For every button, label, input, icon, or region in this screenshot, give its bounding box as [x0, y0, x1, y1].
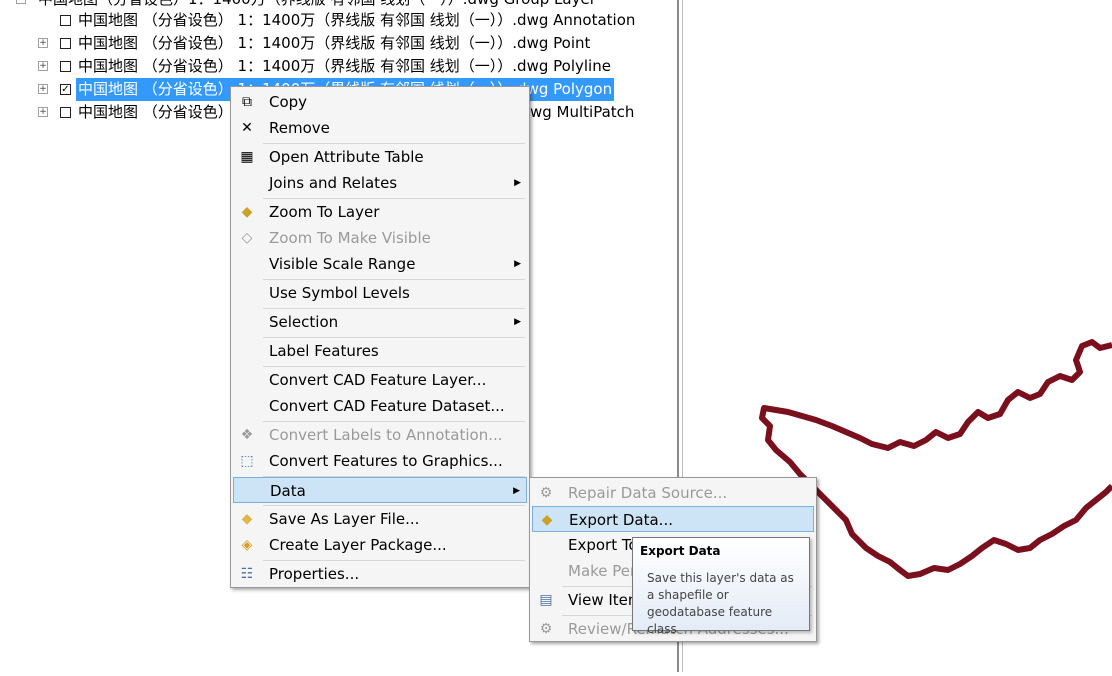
submenu-arrow-icon: ▶ [513, 486, 520, 496]
submenu-arrow-icon: ▶ [514, 317, 521, 327]
expand-icon[interactable]: + [38, 84, 48, 94]
tooltip-title: Export Data [640, 544, 721, 558]
expand-icon[interactable]: + [38, 38, 48, 48]
menu-item-remove[interactable]: ✕ Remove [233, 115, 527, 141]
repair-icon: ⚙ [539, 485, 553, 501]
layer-label-multipatch-suffix[interactable]: wg MultiPatch [528, 101, 636, 124]
menu-item-visible-scale-range[interactable]: Visible Scale Range ▶ [233, 251, 527, 277]
review-icon: ⚙ [539, 621, 553, 637]
expand-icon[interactable]: + [38, 107, 48, 117]
layer-checkbox[interactable] [60, 15, 71, 26]
remove-icon: ✕ [241, 120, 253, 136]
layer-label-point[interactable]: 中国地图 （分省设色） 1：1400万（界线版 有邻国 线划（一））.dwg P… [76, 32, 592, 55]
submenu-arrow-icon: ▶ [514, 259, 521, 269]
attribute-table-icon: ▦ [240, 149, 254, 165]
layer-label-polyline[interactable]: 中国地图 （分省设色） 1：1400万（界线版 有邻国 线划（一））.dwg P… [76, 55, 613, 78]
submenu-arrow-icon: ▶ [514, 178, 521, 188]
properties-icon: ☷ [240, 566, 254, 582]
menu-item-export-data[interactable]: ◆ Export Data... [532, 506, 814, 532]
menu-item-zoom-to-layer[interactable]: ◆ Zoom To Layer [233, 199, 527, 225]
menu-item-use-symbol-levels[interactable]: Use Symbol Levels [233, 280, 527, 306]
menu-item-selection[interactable]: Selection ▶ [233, 309, 527, 335]
export-data-icon: ◆ [541, 512, 553, 528]
expand-icon[interactable]: + [38, 61, 48, 71]
layer-checkbox[interactable] [60, 107, 71, 118]
menu-item-properties[interactable]: ☷ Properties... [233, 561, 527, 587]
layer-checkbox[interactable] [60, 61, 71, 72]
menu-item-convert-labels-to-annotation[interactable]: ❖ Convert Labels to Annotation... [233, 422, 527, 448]
menu-item-data[interactable]: Data ▶ [233, 477, 527, 503]
menu-item-joins-relates[interactable]: Joins and Relates ▶ [233, 170, 527, 196]
tooltip-body: Save this layer's data as a shapefile or… [647, 571, 794, 636]
zoom-to-layer-icon: ◆ [241, 204, 253, 220]
menu-item-copy[interactable]: ⧉ Copy [233, 89, 527, 115]
menu-item-convert-features-to-graphics[interactable]: ⬚ Convert Features to Graphics... [233, 448, 527, 474]
menu-item-repair-data-source[interactable]: ⚙ Repair Data Source... [532, 480, 814, 506]
menu-item-create-layer-package[interactable]: ◈ Create Layer Package... [233, 532, 527, 558]
layer-package-icon: ◈ [241, 537, 253, 553]
layer-label-multipatch[interactable]: 中国地图 （分省设色） [76, 101, 235, 124]
convert-labels-icon: ❖ [240, 427, 254, 443]
layer-label-annotation[interactable]: 中国地图 （分省设色） 1：1400万（界线版 有邻国 线划（一））.dwg A… [76, 9, 637, 32]
layer-checkbox[interactable] [60, 38, 71, 49]
collapse-icon[interactable]: − [16, 0, 26, 4]
menu-item-zoom-to-make-visible[interactable]: ◇ Zoom To Make Visible [233, 225, 527, 251]
menu-item-open-attribute-table[interactable]: ▦ Open Attribute Table [233, 144, 527, 170]
layer-context-menu: ⧉ Copy ✕ Remove ▦ Open Attribute Table J… [230, 86, 530, 588]
menu-item-save-as-layer-file[interactable]: ◆ Save As Layer File... [233, 506, 527, 532]
convert-graphics-icon: ⬚ [240, 453, 254, 469]
layer-checkbox-checked[interactable]: ✓ [60, 84, 71, 95]
export-data-tooltip: Export Data Save this layer's data as a … [632, 537, 810, 636]
layer-file-icon: ◆ [241, 511, 253, 527]
copy-icon: ⧉ [242, 94, 252, 110]
menu-item-convert-cad-feature-layer[interactable]: Convert CAD Feature Layer... [233, 367, 527, 393]
view-item-icon: ▤ [539, 592, 553, 608]
zoom-visible-icon: ◇ [241, 230, 253, 246]
menu-item-convert-cad-feature-dataset[interactable]: Convert CAD Feature Dataset... [233, 393, 527, 419]
menu-item-label-features[interactable]: Label Features [233, 338, 527, 364]
